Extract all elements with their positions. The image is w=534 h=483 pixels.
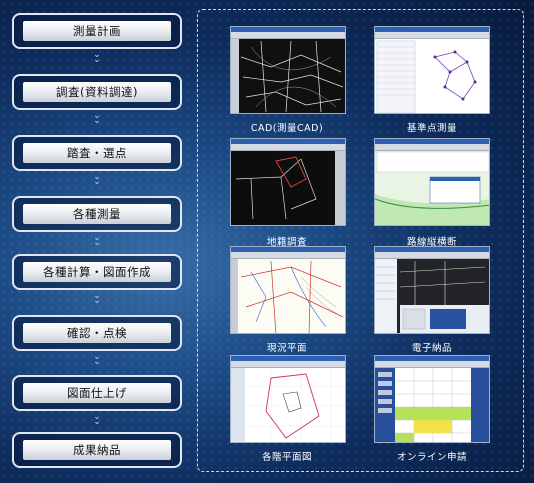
step-label: 測量計画 — [23, 21, 171, 41]
cad-drawing — [231, 39, 344, 113]
caption-floor-plan: 各階平面図 — [261, 452, 312, 463]
step-reconnaissance[interactable]: 踏査・選点 — [12, 135, 182, 171]
step-various-surveys[interactable]: 各種測量 — [12, 196, 182, 232]
screenshot-control-point-survey[interactable] — [374, 26, 490, 114]
online-application-view — [375, 368, 489, 442]
screenshots-panel: CAD(測量CAD) 基準点測量 地籍調査 路線縦横断 現況平面 電子納品 各階… — [197, 9, 524, 472]
chevron-down-icon: ⌄ ⌄ — [93, 172, 101, 187]
chevron-down-icon: ⌄ ⌄ — [93, 50, 101, 65]
screenshot-current-plan[interactable] — [230, 246, 346, 334]
caption-current-plan: 現況平面 — [266, 343, 307, 354]
step-label: 各種測量 — [23, 204, 171, 224]
cadastral-drawing — [235, 151, 345, 225]
screenshot-electronic-delivery[interactable] — [374, 246, 490, 334]
step-label: 各種計算・図面作成 — [23, 262, 171, 282]
screenshot-cad[interactable] — [230, 26, 346, 114]
step-label: 踏査・選点 — [23, 143, 171, 163]
background: 測量計画 ⌄ ⌄ 調査(資料調達) ⌄ ⌄ 踏査・選点 ⌄ ⌄ 各種測量 ⌄ ⌄ 各種計… — [0, 0, 534, 483]
screenshot-cadastral-survey[interactable] — [230, 138, 346, 226]
step-verification[interactable]: 確認・点検 — [12, 315, 182, 351]
step-label: 確認・点検 — [23, 323, 171, 343]
step-label: 成果納品 — [23, 440, 171, 460]
caption-cad: CAD(測量CAD) — [250, 123, 324, 134]
chevron-down-icon: ⌄ ⌄ — [93, 412, 101, 427]
caption-electronic-delivery: 電子納品 — [411, 343, 452, 354]
control-point-diagram — [376, 40, 477, 113]
step-deliverables[interactable]: 成果納品 — [12, 432, 182, 468]
chevron-down-icon: ⌄ ⌄ — [93, 291, 101, 306]
floor-plan-drawing — [231, 368, 345, 442]
chevron-down-icon: ⌄ ⌄ — [93, 233, 101, 248]
screenshot-route-profile[interactable] — [374, 138, 490, 226]
step-label: 図面仕上げ — [23, 383, 171, 403]
screenshot-online-application[interactable] — [374, 355, 490, 443]
step-calculation-drawing[interactable]: 各種計算・図面作成 — [12, 254, 182, 290]
caption-online-application: オンライン申請 — [396, 452, 467, 463]
route-profile-drawing — [375, 151, 489, 225]
step-survey-planning[interactable]: 測量計画 — [12, 13, 182, 49]
electronic-delivery-view — [375, 259, 489, 333]
current-plan-drawing — [231, 259, 344, 333]
step-drawing-finish[interactable]: 図面仕上げ — [12, 375, 182, 411]
chevron-down-icon: ⌄ ⌄ — [93, 352, 101, 367]
step-label: 調査(資料調達) — [23, 82, 171, 102]
caption-control-point-survey: 基準点測量 — [406, 123, 457, 134]
chevron-down-icon: ⌄ ⌄ — [93, 111, 101, 126]
step-investigation[interactable]: 調査(資料調達) — [12, 74, 182, 110]
screenshot-floor-plan[interactable] — [230, 355, 346, 443]
